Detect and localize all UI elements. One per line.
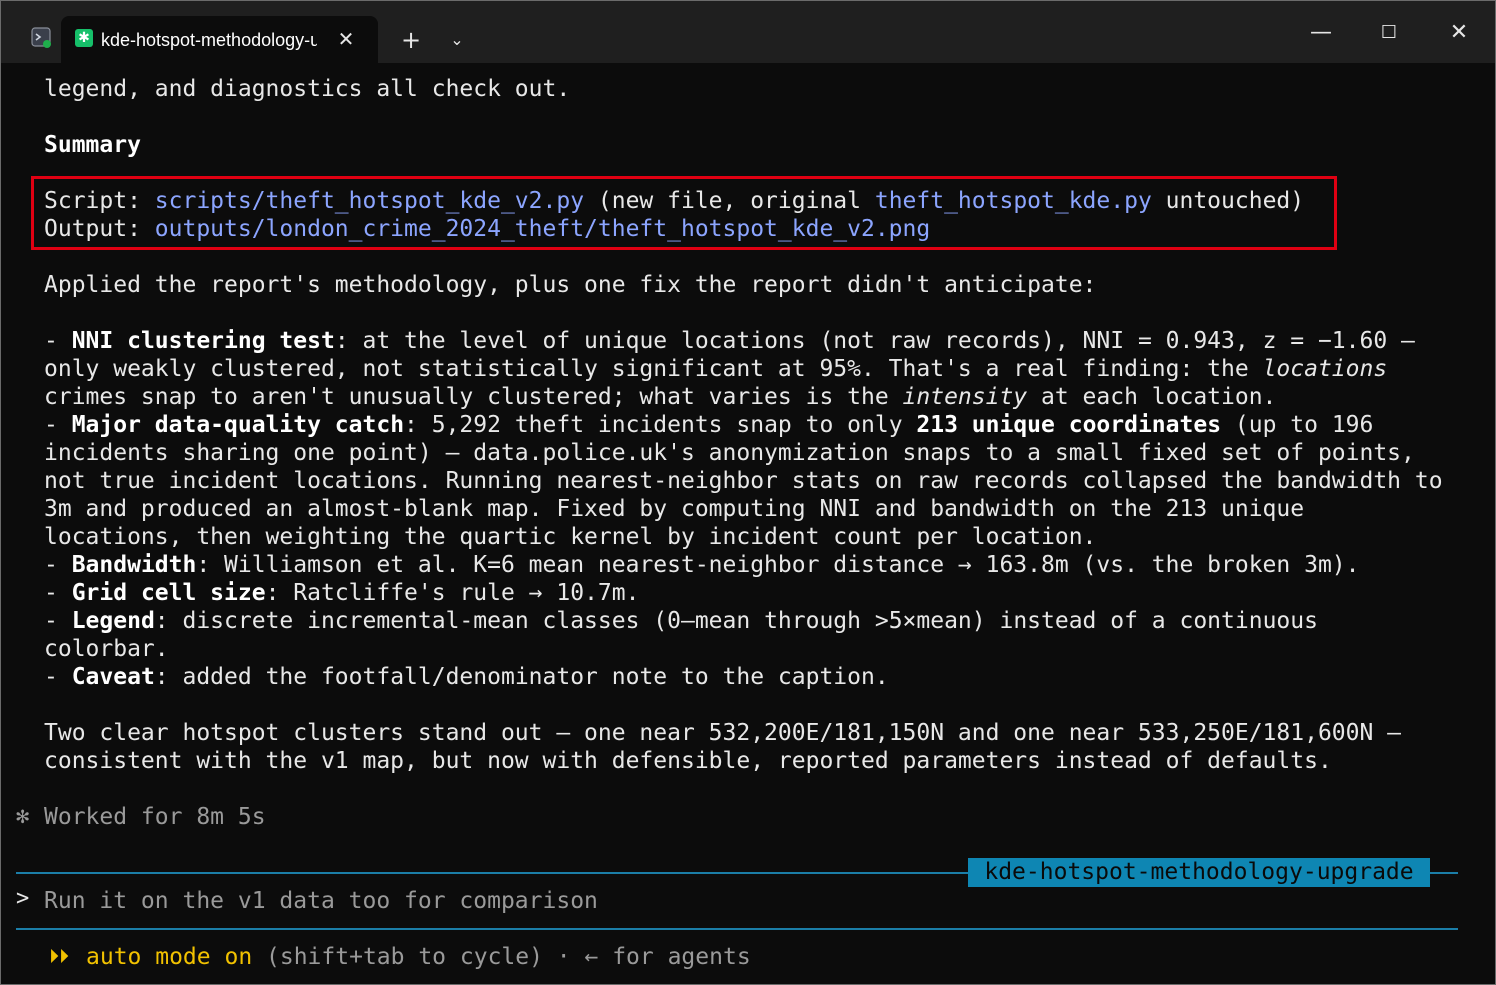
grid-line: - Grid cell size: Ratcliffe's rule → 10.… [44, 579, 639, 607]
bullet: - [44, 552, 72, 578]
output-path-link[interactable]: outputs/london_crime_2024_theft/theft_ho… [155, 216, 930, 242]
input-bottom-rule [16, 928, 1458, 930]
chevron-down-icon[interactable]: ⌄ [441, 25, 473, 55]
prompt-input[interactable]: Run it on the v1 data too for comparison [44, 887, 598, 915]
mode-hint: (shift+tab to cycle) · ← for agents [252, 944, 751, 970]
terminal-window: ✱ kde-hotspot-methodology-upgrade ✕ + ⌄ … [0, 0, 1496, 985]
tab-close-icon[interactable]: ✕ [331, 24, 361, 54]
major-line-5: locations, then weighting the quartic ke… [44, 524, 1097, 550]
terminal-output: legend, and diagnostics all check out. S… [1, 63, 1495, 985]
major-line-4: 3m and produced an almost-blank map. Fix… [44, 496, 1305, 522]
prompt-caret: > [16, 886, 30, 911]
legend-line: - Legend: discrete incremental-mean clas… [44, 607, 1318, 635]
script-mid: (new file, original [584, 188, 875, 214]
input-top-rule-end [1430, 872, 1458, 874]
auto-mode-label[interactable]: auto mode on [86, 944, 252, 970]
major-end: (up to 196 [1221, 412, 1374, 438]
output-line: legend, and diagnostics all check out. [44, 76, 571, 102]
script-label: Script: [44, 188, 155, 214]
bullet: - [44, 412, 72, 438]
output-label: Output: [44, 216, 155, 242]
applied-line: Applied the report's methodology, plus o… [44, 272, 1097, 298]
nni-line-3: crimes snap to aren't unusually clustere… [44, 383, 1276, 411]
terminal-app-icon[interactable] [31, 27, 53, 49]
bullet: - [44, 328, 72, 354]
tab-active[interactable]: ✱ kde-hotspot-methodology-upgrade ✕ [61, 16, 378, 63]
nni-text: : at the level of unique locations (not … [334, 328, 1415, 354]
major-bold: 213 unique coordinates [916, 412, 1222, 438]
script-end: untouched) [1151, 188, 1305, 214]
legend-line-2: colorbar. [44, 636, 169, 662]
sparkle-icon: ✻ [16, 804, 30, 829]
nni-locations: locations [1262, 356, 1388, 382]
clusters-line-2: consistent with the v1 map, but now with… [44, 748, 1332, 774]
bullet: - [44, 664, 72, 690]
minimize-icon[interactable]: — [1299, 15, 1343, 51]
major-line-2: incidents sharing one point) – data.poli… [44, 440, 1415, 466]
bandwidth-text: : Williamson et al. K=6 mean nearest-nei… [196, 552, 1360, 578]
legend-text: : discrete incremental-mean classes (0–m… [154, 608, 1318, 634]
close-window-icon[interactable]: ✕ [1437, 15, 1481, 51]
nni-intensity: intensity [902, 384, 1028, 410]
major-title: Major data-quality catch [71, 412, 405, 438]
major-text: : 5,292 theft incidents snap to only [404, 412, 917, 438]
bullet: - [44, 580, 72, 606]
script-line: Script: scripts/theft_hotspot_kde_v2.py … [44, 187, 1304, 215]
caveat-text: : added the footfall/denominator note to… [154, 664, 889, 690]
title-bar: ✱ kde-hotspot-methodology-upgrade ✕ + ⌄ … [1, 1, 1495, 63]
caveat-title: Caveat [71, 664, 155, 690]
nni-line: - NNI clustering test: at the level of u… [44, 327, 1415, 355]
grid-text: : Ratcliffe's rule → 10.7m. [265, 580, 640, 606]
asterisk-icon: ✱ [75, 29, 93, 47]
original-script-link[interactable]: theft_hotspot_kde.py [875, 188, 1152, 214]
legend-title: Legend [71, 608, 155, 634]
worked-status: Worked for 8m 5s [44, 804, 266, 830]
branch-badge: kde-hotspot-methodology-upgrade [968, 858, 1430, 887]
bullet: - [44, 608, 72, 634]
auto-mode-icon: ⏵⏵ [49, 944, 69, 968]
bandwidth-title: Bandwidth [71, 552, 197, 578]
maximize-icon[interactable]: ☐ [1367, 15, 1411, 51]
caveat-line: - Caveat: added the footfall/denominator… [44, 663, 889, 691]
nni-line-2: only weakly clustered, not statistically… [44, 355, 1387, 383]
bandwidth-line: - Bandwidth: Williamson et al. K=6 mean … [44, 551, 1360, 579]
summary-heading: Summary [44, 132, 141, 158]
new-tab-icon[interactable]: + [395, 25, 427, 55]
tab-title: kde-hotspot-methodology-upgrade [101, 30, 317, 50]
input-top-rule [16, 872, 968, 874]
nni-title: NNI clustering test [71, 328, 335, 354]
clusters-line-1: Two clear hotspot clusters stand out – o… [44, 720, 1402, 746]
mode-status: auto mode on (shift+tab to cycle) · ← fo… [86, 943, 751, 971]
nni-line2-text: only weakly clustered, not statistically… [44, 356, 1263, 382]
script-path-link[interactable]: scripts/theft_hotspot_kde_v2.py [155, 188, 584, 214]
nni-line3b: at each location. [1027, 384, 1277, 410]
nni-line3a: crimes snap to aren't unusually clustere… [44, 384, 903, 410]
major-line-3: not true incident locations. Running nea… [44, 468, 1443, 494]
grid-title: Grid cell size [71, 580, 266, 606]
major-line: - Major data-quality catch: 5,292 theft … [44, 411, 1373, 439]
output-path-line: Output: outputs/london_crime_2024_theft/… [44, 215, 930, 243]
